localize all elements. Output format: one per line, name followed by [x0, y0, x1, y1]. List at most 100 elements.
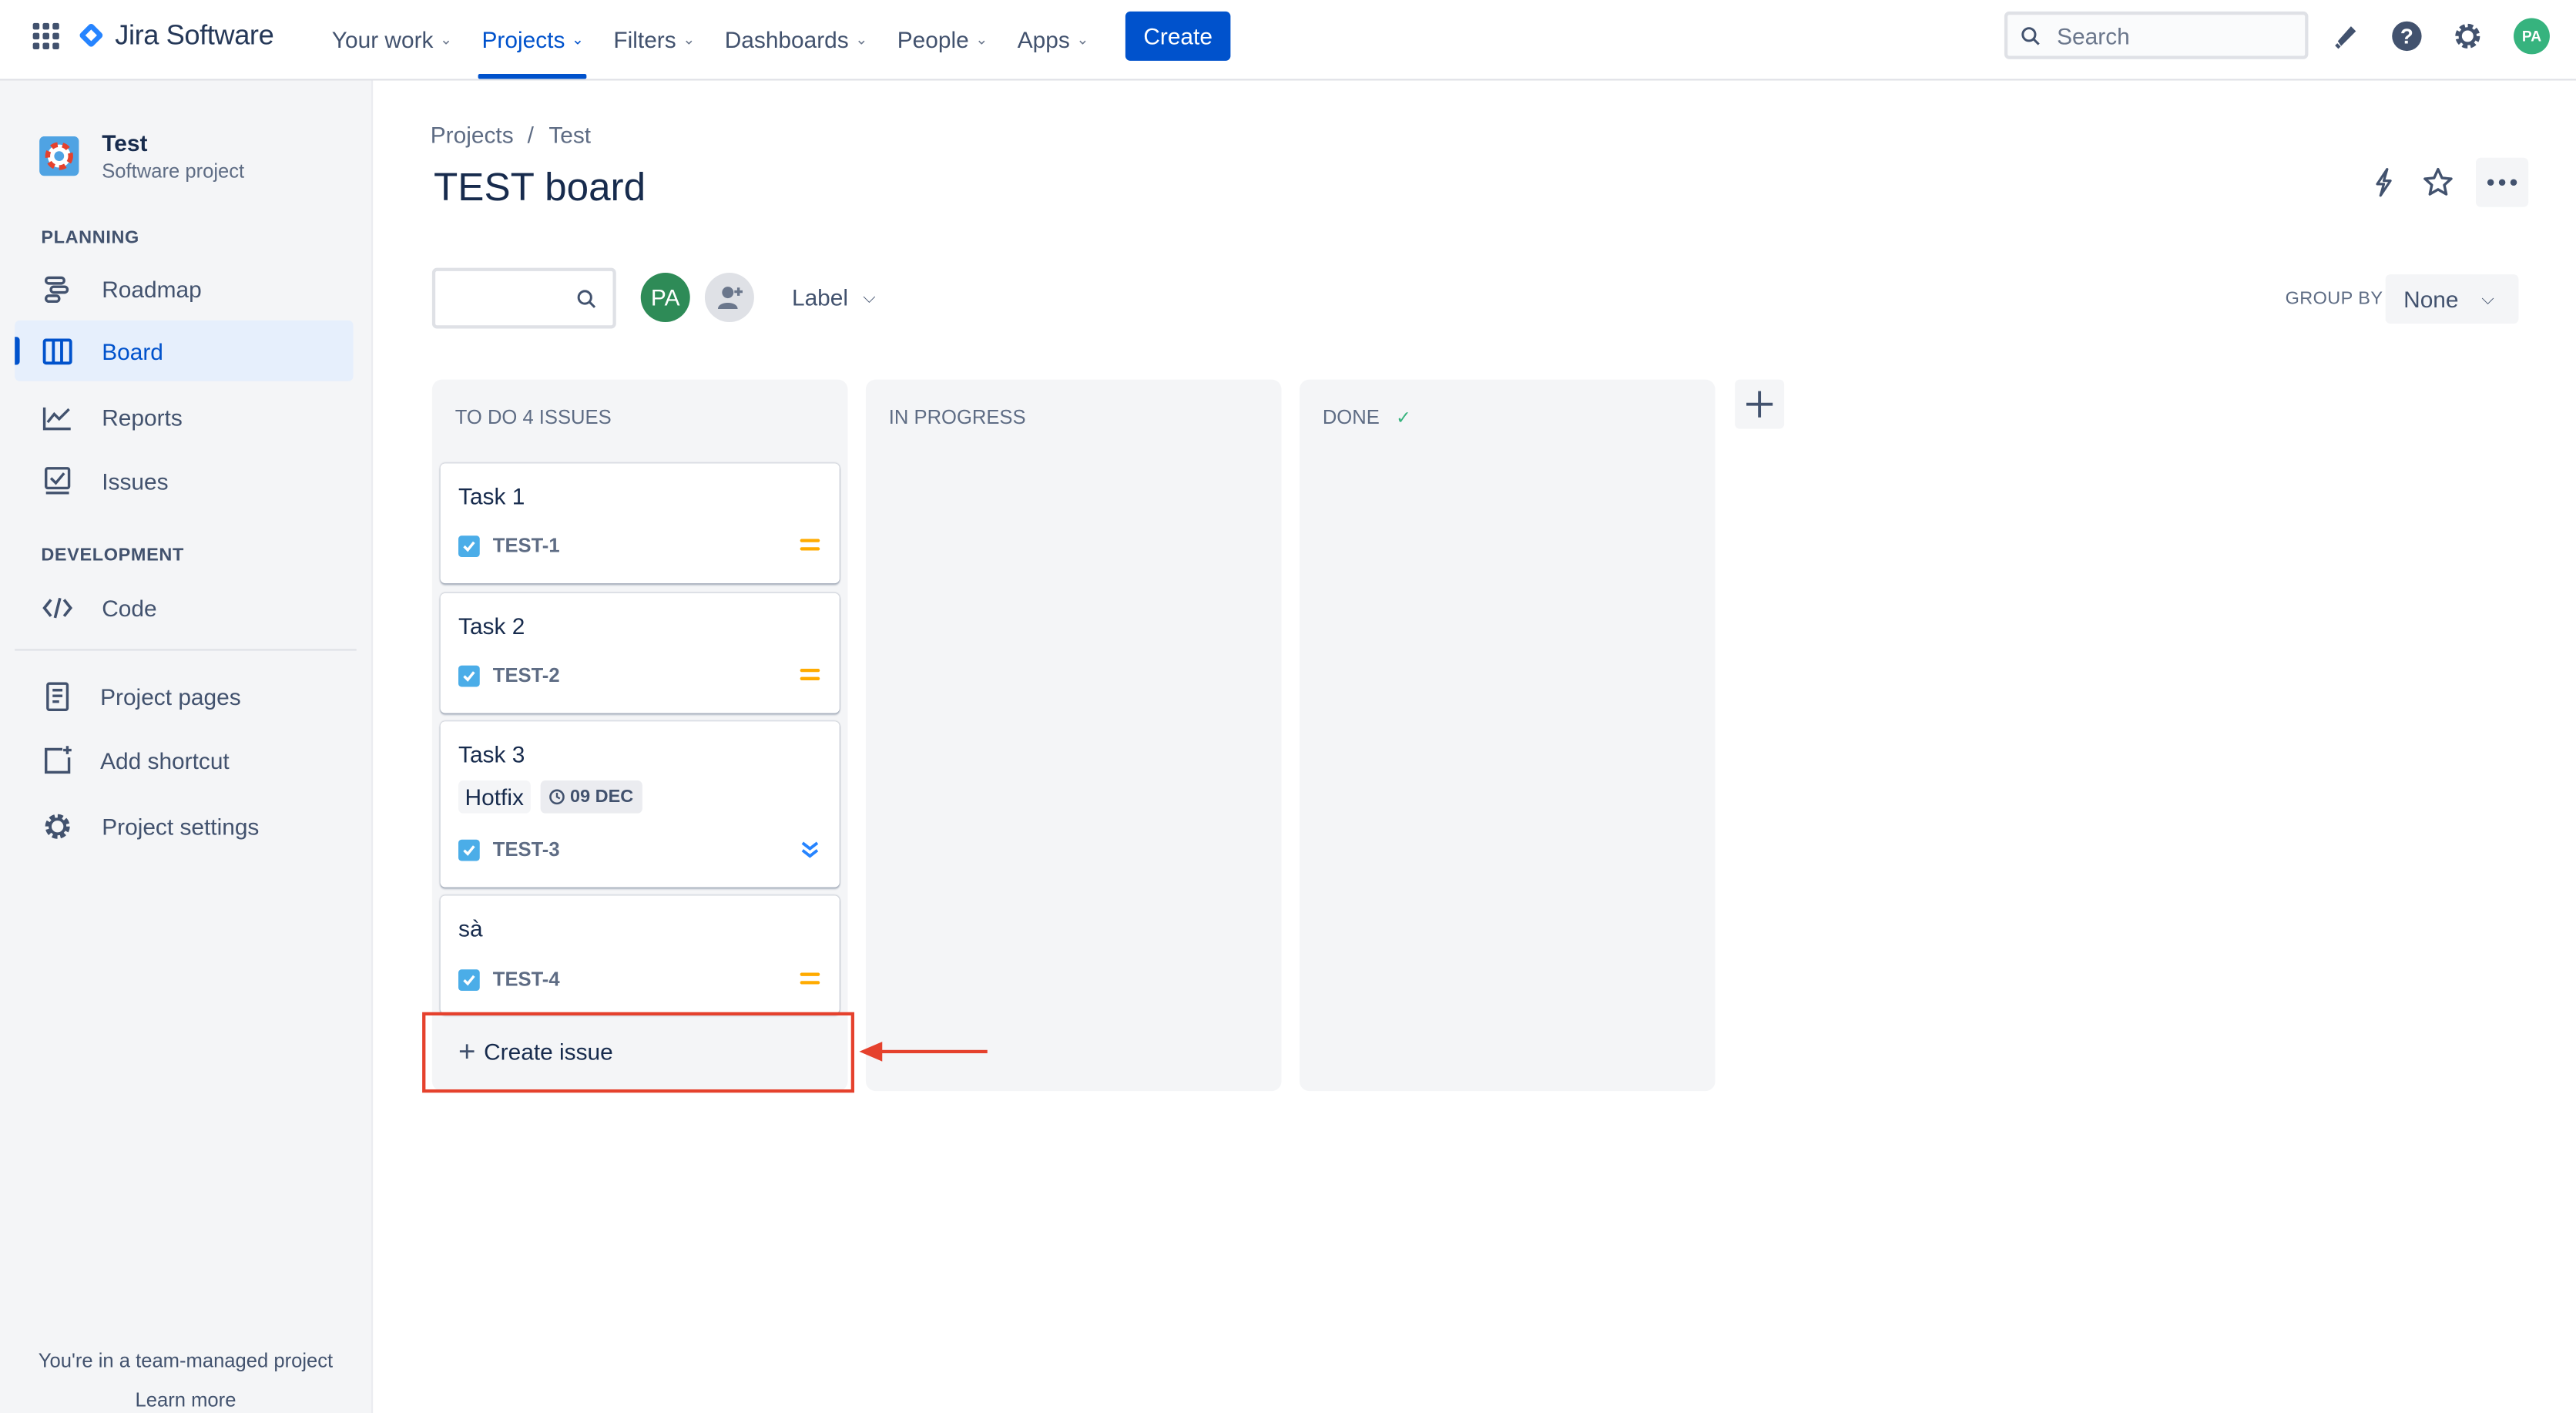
global-search[interactable]	[2004, 11, 2309, 59]
sidebar-item-board[interactable]: Board	[15, 320, 354, 381]
nav-label: Apps	[1017, 26, 1070, 53]
task-type-icon	[458, 838, 480, 861]
sidebar-item-roadmap[interactable]: Roadmap	[15, 258, 353, 319]
column-header: TO DO 4 ISSUES	[455, 406, 612, 429]
gear-icon	[45, 814, 70, 839]
card-label: Hotfix	[458, 780, 531, 814]
add-people-icon[interactable]	[704, 273, 754, 323]
breadcrumb-separator: /	[527, 121, 534, 148]
nav-label: Projects	[481, 26, 565, 53]
card-title: Task 2	[458, 613, 525, 639]
search-input[interactable]	[2053, 20, 2290, 51]
sidebar-divider	[15, 649, 357, 651]
jira-logo-icon	[79, 23, 105, 49]
group-by-value: None	[2403, 286, 2459, 313]
notifications-icon[interactable]	[2326, 16, 2366, 55]
task-type-icon	[458, 664, 480, 686]
column-header: IN PROGRESS	[889, 406, 1026, 429]
sidebar-item-label: Roadmap	[102, 275, 202, 302]
jira-logo[interactable]: Jira Software	[79, 20, 273, 53]
card-key[interactable]: TEST-1	[458, 534, 560, 557]
nav-label: People	[897, 26, 969, 53]
board-search-input[interactable]	[444, 270, 580, 327]
nav-apps[interactable]: Apps ⌄	[1003, 0, 1104, 79]
sidebar-item-reports[interactable]: Reports	[15, 386, 353, 447]
page-root: Jira Software Your work ⌄ Projects ⌄ Filte…	[0, 0, 2576, 1413]
chevron-down-icon: ⌵	[2481, 290, 2494, 308]
sidebar-item-project-pages[interactable]: Project pages	[15, 666, 353, 727]
issue-card[interactable]: sà TEST-4	[440, 895, 840, 1014]
nav-people[interactable]: People ⌄	[883, 0, 1003, 79]
nav-your-work[interactable]: Your work ⌄	[317, 0, 468, 79]
card-key[interactable]: TEST-4	[458, 968, 560, 991]
page-title: TEST board	[434, 166, 646, 210]
settings-gear-icon[interactable]	[2448, 16, 2487, 55]
nav-filters[interactable]: Filters ⌄	[599, 0, 709, 79]
priority-medium-icon	[800, 972, 820, 989]
chevron-down-icon: ⌄	[440, 30, 453, 47]
due-date-badge: 09 DEC	[540, 780, 642, 814]
sidebar-item-label: Code	[102, 593, 157, 621]
issue-card[interactable]: Task 2 TEST-2	[440, 592, 840, 713]
create-button[interactable]: Create	[1125, 11, 1231, 61]
more-actions-icon[interactable]	[2475, 157, 2529, 207]
board-search[interactable]	[431, 267, 616, 329]
sidebar-item-project-settings[interactable]: Project settings	[15, 795, 353, 856]
learn-more-link[interactable]: Learn more	[0, 1388, 371, 1411]
chevron-down-icon: ⌄	[975, 30, 988, 47]
star-icon[interactable]	[2418, 163, 2457, 202]
card-key-text: TEST-4	[492, 968, 560, 992]
done-check-icon: ✓	[1396, 408, 1411, 428]
sidebar-item-label: Board	[102, 337, 163, 364]
label-filter-text: Label	[791, 284, 849, 311]
automation-lightning-icon[interactable]	[2364, 163, 2403, 202]
task-type-icon	[458, 535, 480, 556]
issue-card[interactable]: Task 3 Hotfix 09 DEC TEST-3	[440, 721, 840, 888]
svg-text:?: ?	[2400, 25, 2413, 49]
task-type-icon	[458, 968, 480, 990]
product-name: Jira Software	[115, 19, 274, 52]
project-avatar-icon	[39, 136, 79, 176]
sidebar-item-add-shortcut[interactable]: Add shortcut	[15, 730, 353, 790]
issues-icon	[45, 467, 71, 495]
project-name[interactable]: Test	[102, 129, 147, 156]
chevron-down-icon: ⌄	[571, 30, 585, 47]
card-key[interactable]: TEST-3	[458, 838, 560, 861]
nav-label: Filters	[613, 26, 676, 53]
avatar-initials: PA	[2514, 18, 2550, 55]
search-icon	[577, 290, 596, 308]
page-icon	[46, 682, 69, 712]
column-header: DONE ✓	[1323, 406, 1411, 429]
label-filter-dropdown[interactable]: Label ⌵	[777, 273, 891, 322]
top-navigation: Jira Software Your work ⌄ Projects ⌄ Filte…	[0, 0, 2576, 81]
group-by-dropdown[interactable]: None ⌵	[2385, 274, 2519, 324]
profile-avatar[interactable]: PA	[2512, 16, 2551, 55]
help-icon[interactable]: ?	[2387, 16, 2427, 55]
nav-label: Dashboards	[724, 26, 849, 53]
add-column-button[interactable]	[1735, 379, 1785, 429]
card-key[interactable]: TEST-2	[458, 664, 560, 686]
nav-dashboards[interactable]: Dashboards ⌄	[710, 0, 883, 79]
priority-medium-icon	[800, 539, 820, 555]
sidebar-item-code[interactable]: Code	[15, 577, 353, 638]
breadcrumb-test[interactable]: Test	[548, 122, 591, 148]
breadcrumb-projects[interactable]: Projects	[431, 122, 514, 148]
board-icon	[42, 338, 72, 365]
planning-heading: PLANNING	[41, 228, 139, 249]
sidebar-item-issues[interactable]: Issues	[15, 450, 353, 511]
primary-nav: Your work ⌄ Projects ⌄ Filters ⌄ Dashboards…	[317, 0, 1104, 79]
assignee-filter-avatar[interactable]: PA	[640, 273, 690, 323]
sidebar-item-label: Issues	[102, 467, 169, 494]
nav-projects[interactable]: Projects ⌄	[467, 0, 599, 79]
group-by-label: GROUP BY	[2285, 289, 2383, 309]
sidebar-item-label: Project pages	[100, 683, 241, 710]
card-title: sà	[458, 915, 483, 942]
column-in-progress: IN PROGRESS	[865, 379, 1282, 1092]
card-title: Task 1	[458, 483, 525, 510]
search-icon	[2021, 26, 2040, 45]
team-managed-note: You're in a team-managed project	[38, 1348, 334, 1372]
priority-medium-icon	[800, 669, 820, 685]
plus-icon	[1746, 391, 1773, 418]
issue-card[interactable]: Task 1 TEST-1	[440, 463, 840, 584]
app-switcher-icon[interactable]	[32, 22, 59, 49]
